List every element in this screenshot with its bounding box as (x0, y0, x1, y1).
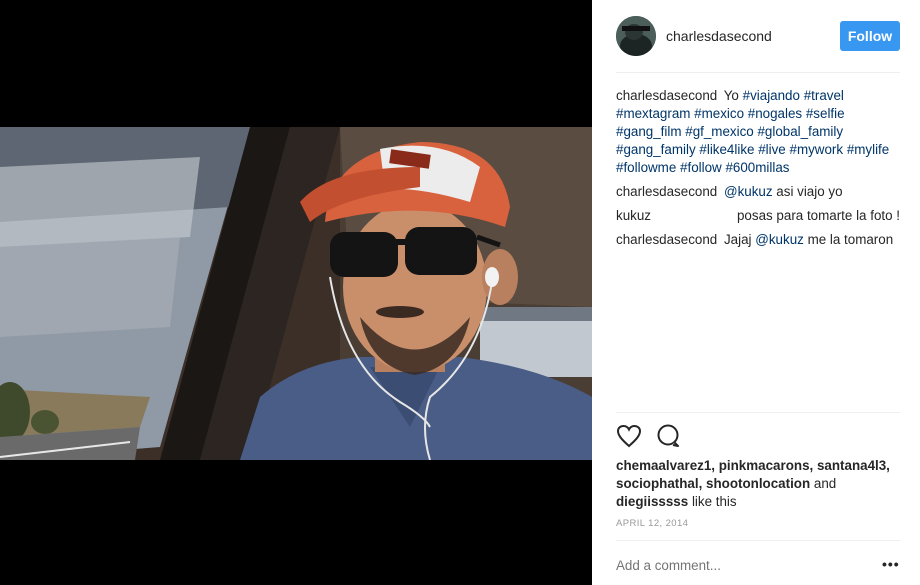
hashtag-link[interactable]: #mywork (790, 142, 844, 157)
comment-text: me la tomaron (807, 232, 894, 247)
likes-suffix: like this (691, 494, 737, 509)
comment-username[interactable]: kukuz (616, 207, 651, 225)
comment-username[interactable]: charlesdasecond (616, 184, 717, 199)
more-options-button[interactable]: ••• (882, 556, 900, 572)
avatar[interactable] (616, 16, 656, 56)
avatar-image (616, 16, 656, 56)
divider (616, 72, 900, 73)
hashtag-link[interactable]: #selfie (806, 106, 845, 121)
selfie-photo-illustration (0, 127, 592, 460)
hashtag-link[interactable]: #gang_family (616, 142, 696, 157)
hashtag-link[interactable]: #follow (680, 160, 722, 175)
likers-line1[interactable]: chemaalvarez1, pinkmacarons, santana4l3, (616, 458, 890, 473)
post-photo[interactable] (0, 127, 592, 460)
comment-mention[interactable]: @kukuz (724, 184, 773, 199)
hashtag-link[interactable]: #gf_mexico (685, 124, 753, 139)
hashtag-link[interactable]: #viajando (743, 88, 800, 103)
comment-username[interactable]: charlesdasecond (616, 232, 717, 247)
hashtag-link[interactable]: #mexico (694, 106, 744, 121)
follow-button[interactable]: Follow (840, 21, 900, 51)
comment-item: charlesdasecond Jajaj @kukuz me la tomar… (616, 231, 900, 249)
likes-text: chemaalvarez1, pinkmacarons, santana4l3,… (616, 457, 900, 511)
hashtag-link[interactable]: #live (758, 142, 786, 157)
comment-icon[interactable] (656, 424, 682, 448)
divider (616, 540, 900, 541)
add-comment-input[interactable] (616, 556, 846, 574)
comment-text: asi viajo yo (776, 184, 843, 199)
media-panel (0, 0, 592, 585)
caption-text: Yo (723, 88, 739, 103)
heart-icon[interactable] (616, 424, 642, 448)
hashtag-link[interactable]: #like4like (699, 142, 754, 157)
likers-last[interactable]: diegiisssss (616, 494, 688, 509)
hashtag-link[interactable]: #mylife (847, 142, 889, 157)
post-side-panel: charlesdasecond Follow charlesdasecond Y… (592, 0, 920, 585)
hashtag-link[interactable]: #mextagram (616, 106, 690, 121)
comment-text-before: Jajaj (723, 232, 752, 247)
caption: charlesdasecond Yo #viajando #travel #me… (616, 87, 900, 177)
action-bar (616, 424, 682, 448)
comment-item: charlesdasecond @kukuz asi viajo yo (616, 183, 900, 201)
hashtag-link[interactable]: #followme (616, 160, 676, 175)
post-date[interactable]: APRIL 12, 2014 (616, 518, 688, 529)
caption-username[interactable]: charlesdasecond (616, 88, 717, 103)
hashtag-link[interactable]: #gang_film (616, 124, 682, 139)
divider (616, 412, 900, 413)
post-header: charlesdasecond Follow (616, 16, 900, 56)
comment-item: kukuz posas para tomarte la foto ! (616, 207, 900, 225)
comment-mention[interactable]: @kukuz (755, 232, 804, 247)
comments-section: charlesdasecond Yo #viajando #travel #me… (616, 87, 900, 255)
comment-text: posas para tomarte la foto ! (736, 208, 900, 223)
header-username[interactable]: charlesdasecond (666, 28, 772, 44)
likers-line2[interactable]: sociophathal, shootonlocation (616, 476, 810, 491)
hashtag-link[interactable]: #travel (804, 88, 844, 103)
hashtag-link[interactable]: #600millas (725, 160, 789, 175)
likes-and: and (813, 476, 837, 491)
hashtag-link[interactable]: #global_family (757, 124, 843, 139)
hashtag-link[interactable]: #nogales (748, 106, 802, 121)
